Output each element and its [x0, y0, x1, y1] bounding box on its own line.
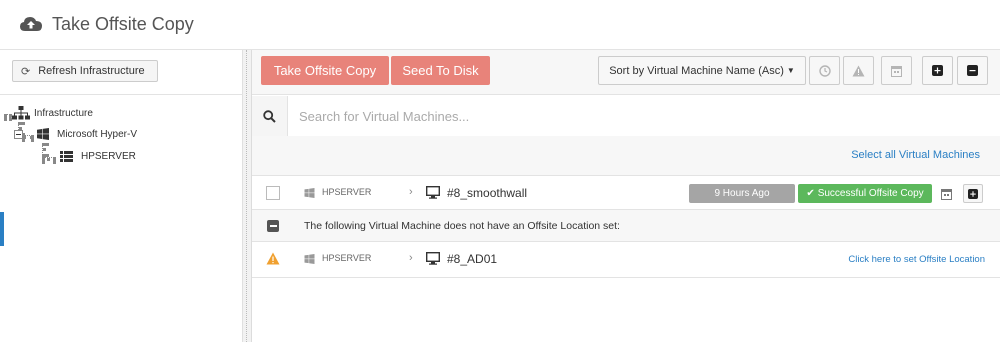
main-panel: Take Offsite Copy Seed To Disk Sort by V…	[252, 50, 1000, 342]
set-offsite-location-link[interactable]: Click here to set Offsite Location	[848, 254, 985, 265]
tree-connector	[22, 135, 34, 139]
vm-expand-button[interactable]	[963, 184, 983, 203]
tree-item-hpserver[interactable]: HPSERVER	[60, 151, 136, 162]
vm-row-ad01[interactable]: HPSERVER › #8_AD01 Click here to set Off…	[252, 242, 1000, 278]
windows-icon	[37, 128, 49, 140]
page-title: Take Offsite Copy	[52, 14, 194, 34]
expand-all-button[interactable]	[922, 56, 953, 85]
refresh-icon: ⟳	[21, 65, 31, 78]
search-icon	[263, 109, 276, 123]
vm-name: #8_AD01	[447, 252, 498, 266]
history-button[interactable]	[809, 56, 840, 85]
search-icon-box	[252, 96, 288, 136]
vm-name: #8_smoothwall	[447, 186, 528, 200]
check-icon: ✔	[806, 188, 815, 199]
tree-connector	[42, 157, 56, 161]
tree-label-infrastructure: Infrastructure	[34, 107, 93, 119]
windows-icon	[304, 188, 315, 198]
status-badge-label: Successful Offsite Copy	[817, 188, 924, 199]
tree-collapse-toggle[interactable]	[14, 130, 23, 139]
sidebar-divider	[0, 94, 243, 95]
seed-to-disk-button[interactable]: Seed To Disk	[391, 56, 490, 85]
tree-item-infrastructure[interactable]: Infrastructure	[12, 106, 93, 120]
search-bar	[252, 96, 1000, 136]
collapse-group-icon[interactable]	[267, 220, 279, 232]
alerts-button[interactable]	[843, 56, 874, 85]
sort-dropdown[interactable]: Sort by Virtual Machine Name (Asc) ▼	[598, 56, 806, 85]
tree-item-hyper-v[interactable]: Microsoft Hyper-V	[37, 128, 137, 140]
calendar-icon	[941, 188, 952, 200]
calendar-icon	[891, 65, 902, 77]
chevron-right-icon: ›	[409, 252, 413, 264]
tree-label-hpserver: HPSERVER	[81, 151, 136, 162]
select-all-vms-link[interactable]: Select all Virtual Machines	[851, 149, 980, 161]
monitor-icon	[426, 186, 440, 199]
plus-icon	[968, 188, 978, 199]
chevron-right-icon: ›	[409, 186, 413, 198]
vm-checkbox[interactable]	[266, 186, 280, 200]
select-all-row: Select all Virtual Machines	[252, 136, 1000, 176]
vm-schedule-button[interactable]	[938, 185, 955, 202]
vm-row-smoothwall[interactable]: HPSERVER › #8_smoothwall 9 Hours Ago ✔ S…	[252, 176, 1000, 210]
refresh-infrastructure-label: Refresh Infrastructure	[38, 65, 145, 77]
last-copy-badge: 9 Hours Ago	[689, 184, 795, 203]
windows-icon	[304, 254, 315, 264]
take-offsite-copy-button[interactable]: Take Offsite Copy	[261, 56, 389, 85]
minus-icon	[967, 65, 978, 76]
sort-label: Sort by Virtual Machine Name (Asc)	[609, 64, 784, 77]
vm-host-label: HPSERVER	[322, 187, 372, 197]
splitter-grip	[246, 50, 249, 342]
tree-connector	[4, 114, 12, 118]
group-warning-text: The following Virtual Machine does not h…	[304, 220, 620, 232]
warning-icon	[852, 65, 865, 76]
toolbar: Take Offsite Copy Seed To Disk Sort by V…	[252, 50, 1000, 95]
collapse-all-button[interactable]	[957, 56, 988, 85]
cloud-upload-icon	[20, 17, 42, 31]
tree-connector	[42, 143, 46, 157]
server-icon	[60, 151, 73, 162]
plus-icon	[932, 65, 943, 76]
tree-label-hyper-v: Microsoft Hyper-V	[57, 128, 138, 140]
schedule-button[interactable]	[881, 56, 912, 85]
clock-icon	[818, 64, 831, 77]
vm-host-label: HPSERVER	[322, 253, 372, 263]
sidebar-scroll-indicator	[0, 212, 4, 246]
sitemap-icon	[12, 106, 30, 120]
pane-splitter[interactable]	[243, 50, 252, 342]
warning-icon	[266, 252, 280, 265]
caret-down-icon: ▼	[786, 66, 795, 75]
monitor-icon	[426, 252, 440, 265]
page-header: Take Offsite Copy	[0, 0, 1000, 50]
status-badge: ✔ Successful Offsite Copy	[798, 184, 932, 203]
search-input[interactable]	[288, 96, 1000, 136]
no-offsite-location-group: The following Virtual Machine does not h…	[252, 210, 1000, 242]
refresh-infrastructure-button[interactable]: ⟳ Refresh Infrastructure	[12, 60, 158, 82]
sidebar: ⟳ Refresh Infrastructure Infrastructure …	[0, 50, 243, 342]
